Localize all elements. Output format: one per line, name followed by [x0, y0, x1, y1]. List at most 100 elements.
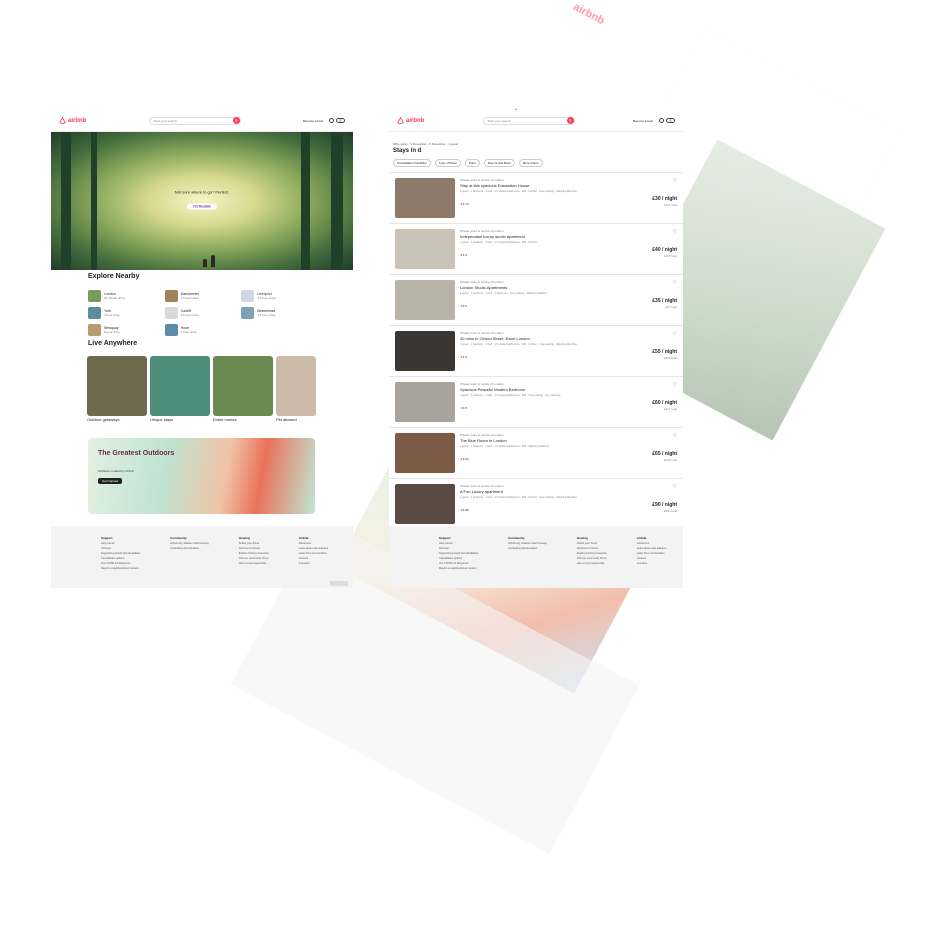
heart-icon[interactable]: ♡ [673, 382, 677, 388]
brand-name: airbnb [406, 117, 425, 124]
footer-link[interactable]: Report a neighbourhood concern [101, 566, 140, 571]
listing-title[interactable]: Stay at this spacious Edwardian House [460, 183, 529, 188]
footer-link[interactable]: Investors [637, 561, 666, 566]
footer-link[interactable]: Investors [299, 561, 328, 566]
listing-photo[interactable] [395, 382, 455, 422]
airbnb-logo[interactable]: airbnb [59, 117, 86, 124]
nearby-item[interactable]: Birkenhead 4.5 hour drive [241, 307, 318, 319]
heart-icon[interactable]: ♡ [673, 484, 677, 490]
footer-link[interactable]: How to host responsibly [577, 561, 607, 566]
user-menu-button[interactable]: ☰ [335, 118, 345, 123]
outdoors-promo[interactable]: The Greatest Outdoors Wishlists curated … [88, 438, 315, 514]
footer-link[interactable]: Combating discrimination [508, 546, 547, 551]
listing-row[interactable]: Private room in centre of London Spacious… [389, 376, 683, 427]
listing-title[interactable]: The Blue Room In London [460, 438, 507, 443]
listing-photo[interactable] [395, 331, 455, 371]
listing-row[interactable]: Private room in centre of London A Fun Lu… [389, 478, 683, 529]
nearby-text: York 4 hour drive [104, 309, 120, 317]
listing-photo[interactable] [395, 229, 455, 269]
listing-row[interactable]: Private room in centre of London Independ… [389, 223, 683, 274]
live-anywhere-card[interactable]: Outdoor getaways [87, 356, 147, 422]
listing-total: £350 total [663, 509, 677, 513]
nearby-item[interactable]: Newquay 6 hour drive [88, 324, 165, 336]
heart-icon[interactable]: ♡ [673, 178, 677, 184]
hero-text: Not sure where to go? Perfect. [174, 189, 230, 195]
listing-title[interactable]: A Fun Luxury apartment [460, 489, 503, 494]
listing-photo[interactable] [395, 178, 455, 218]
nearby-drive-time: 6 hour drive [104, 330, 120, 334]
top-navbar: airbnb Start your search ⚲ Become a host… [389, 110, 683, 132]
listing-total: £117 total [664, 203, 677, 207]
nearby-item[interactable]: Hove 2 hour drive [164, 324, 242, 336]
footer-link[interactable]: Report a neighbourhood concern [439, 566, 478, 571]
listing-photo[interactable] [395, 280, 455, 320]
nearby-item[interactable]: Liverpool 4.5 hour drive [241, 290, 318, 302]
nearby-item[interactable]: Cardiff 2.5 hour drive [164, 307, 242, 319]
become-host-link[interactable]: Become a host [633, 119, 653, 123]
heart-icon[interactable]: ♡ [673, 280, 677, 286]
listing-amenities: 2 guest · 1 bedroom · 1 bed · 1.5 shared… [460, 241, 538, 244]
heart-icon[interactable]: ♡ [673, 331, 677, 337]
listing-category: Private room in centre of London [460, 382, 504, 386]
listing-price: £30 / night [652, 196, 677, 202]
search-icon[interactable]: ⚲ [566, 117, 574, 124]
listing-title[interactable]: Independant luxury studio apartment [460, 234, 525, 239]
live-anywhere-card[interactable]: Unique stays [150, 356, 210, 422]
heart-icon[interactable]: ♡ [673, 433, 677, 439]
listing-rating: ★4.88 [460, 508, 469, 512]
heart-icon[interactable]: ♡ [673, 229, 677, 235]
live-anywhere-card[interactable]: Entire homes [213, 356, 273, 422]
footer-column: Airbnb Newsroom Learn about new features Le… [637, 536, 666, 571]
nearby-text: Cardiff 2.5 hour drive [181, 309, 199, 317]
listing-amenities: 3 guest · 1 bedroom · 1 bed · 1.5 shared… [460, 394, 561, 397]
listing-price: £35 / night [652, 298, 677, 304]
search-icon[interactable]: ⚲ [232, 117, 240, 124]
search-bar[interactable]: Start your search ⚲ [148, 116, 241, 125]
live-anywhere-image [213, 356, 273, 416]
filter-chip[interactable]: Rooms and Beds [483, 159, 515, 167]
nearby-text: Liverpool 4.5 hour drive [257, 292, 275, 300]
listing-title[interactable]: 30 mins to Oxford Street, Excel London [460, 336, 530, 341]
filter-chip[interactable]: Cancellation Flexibility [393, 159, 431, 167]
airbnb-logo[interactable]: airbnb [397, 117, 424, 124]
flexible-button[interactable]: I'm flexible [187, 203, 217, 210]
rating-value: 4.3 [462, 253, 467, 257]
user-menu-button[interactable]: ☰ [665, 118, 675, 123]
listing-title[interactable]: Spacious Peaceful Modern Bedroom [460, 387, 525, 392]
listing-rating: ★4.23 [460, 457, 469, 461]
listing-row[interactable]: Private room in centre of London Stay at … [389, 172, 683, 223]
search-bar[interactable]: Start your search ⚲ [482, 116, 575, 125]
nearby-item[interactable]: Manchester 4.5 hour drive [164, 290, 242, 302]
listing-row[interactable]: Private room in centre of London London S… [389, 274, 683, 325]
listing-row[interactable]: Private room in centre of London The Blue… [389, 427, 683, 478]
listing-total: £221 total [663, 356, 677, 360]
listing-price: £60 / night [652, 400, 677, 406]
listing-amenities: 2 guest · 1 bedroom · 1 bed · 1.5 shared… [460, 496, 577, 499]
filter-chip[interactable]: Type of Place [434, 159, 461, 167]
listing-row[interactable]: Private room in centre of London 30 mins … [389, 325, 683, 376]
footer: Support Help Centre AirCover Supporting peo… [51, 526, 353, 588]
get-inspired-button[interactable]: Get inspired [98, 478, 123, 484]
search-summary: 300+ stays · 5 November - 6 November · 1… [393, 142, 459, 146]
filter-chip[interactable]: More Filters [518, 159, 543, 167]
listing-photo[interactable] [395, 484, 455, 524]
footer-link[interactable]: Combating discrimination [170, 546, 209, 551]
rating-value: 4.5 [462, 406, 467, 410]
filter-chip[interactable]: Price [464, 159, 480, 167]
footer-locale[interactable] [330, 581, 348, 586]
globe-icon[interactable] [658, 118, 664, 123]
footer-column: Hosting Airbnb your home AirCover for Host… [577, 536, 607, 571]
nearby-item[interactable]: London 15 minute drive [88, 290, 165, 302]
listings-list: Private room in centre of London Stay at … [389, 172, 683, 529]
listing-photo[interactable] [395, 433, 455, 473]
listing-rating: ★4.5 [460, 406, 467, 410]
hero-card: Not sure where to go? Perfect. I'm flexi… [175, 190, 229, 213]
nearby-item[interactable]: York 4 hour drive [88, 307, 165, 319]
listing-title[interactable]: London Studio Apartments [460, 285, 507, 290]
live-anywhere-card[interactable]: Pet allowed [276, 356, 316, 422]
nearby-drive-time: 2.5 hour drive [180, 313, 200, 317]
become-host-link[interactable]: Become a host [303, 119, 323, 123]
nearby-thumbnail [241, 307, 255, 319]
footer-link[interactable]: How to host responsibly [239, 561, 269, 566]
globe-icon[interactable] [328, 118, 334, 123]
